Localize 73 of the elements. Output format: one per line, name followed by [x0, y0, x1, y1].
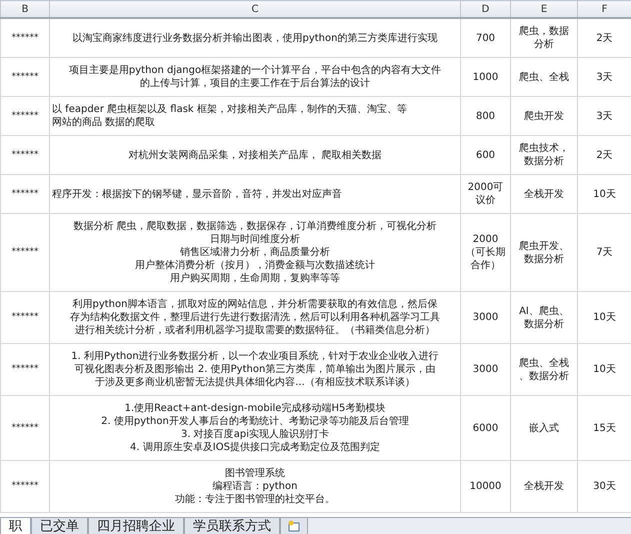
cell-text: 功能：专注于图书管理的社交平台。 [174, 493, 336, 506]
table-cell: ****** [0, 18, 50, 58]
cell-text: 爬虫，数据 [518, 25, 570, 38]
cell-text: 数据分析 爬虫，爬取数据，数据筛选，数据保存，订单消费维度分析，可视化分析 [72, 220, 438, 233]
table-cell: ****** [0, 344, 50, 396]
sheet-tab[interactable]: 学员联系方式 [184, 518, 280, 534]
cell-text: 存为结构化数据文件，整理后进行先进行数据清洗，然后可以利用各种机器学习工具 [69, 311, 441, 324]
cell-text: 1.使用React+ant-design-mobile完成移动端H5考勤模块 [124, 402, 386, 415]
cell-text: 爬虫技术， [518, 142, 570, 155]
table-cell: 以淘宝商家纬度进行业务数据分析并输出图表，使用python的第三方类库进行实现 [50, 18, 460, 58]
cell-text: （可长期 [464, 246, 506, 259]
cell-text: 项目主要是用python django框架搭建的一个计算平台，平台中包含的内容有大文件 [68, 64, 442, 77]
column-header[interactable]: F [578, 0, 631, 18]
cell-text: 爬虫开发、 [518, 240, 570, 252]
cell-text: 合作） [470, 259, 502, 272]
table-cell: ****** [0, 58, 50, 96]
cell-text: 分析 [533, 38, 555, 51]
sheet-tab[interactable]: 职 [0, 518, 31, 534]
table-cell: 全栈开发 [510, 174, 578, 214]
table-cell: 700 [460, 18, 510, 58]
table-cell: ****** [0, 96, 50, 136]
cell-text: 4. 调用原生安卓及IOS提供接口完成考勤定位及范围判定 [129, 441, 381, 454]
cell-text: 以 feapder 爬虫框架以及 flask 框架，对接相关产品库，制作的天猫、淘宝、等 [52, 103, 408, 116]
cell-text: 日期与时间维度分析 [209, 233, 301, 246]
cell-text: 的上传与计算，项目的主要工作在于后台算法的设计 [139, 77, 371, 90]
cell-text: 爬虫、全栈 [518, 356, 570, 370]
table-cell: ****** [0, 396, 50, 460]
cell-text: 销售区域潜力分析，商品质量分析 [179, 246, 331, 259]
new-sheet-icon[interactable] [280, 518, 308, 534]
table-cell: 全栈开发 [510, 460, 578, 512]
table-cell: ****** [0, 174, 50, 214]
cell-text: 利用python脚本语言，抓取对应的网站信息，并分析需要获取的有效信息，然后保 [72, 298, 438, 311]
column-header[interactable]: B [0, 0, 50, 18]
cell-text: 数据分析 [523, 318, 565, 330]
table-cell: ****** [0, 136, 50, 174]
table-cell: 对杭州女装网商品采集，对接相关产品库， 爬取相关数据 [50, 136, 460, 174]
cell-text: 2000可 [466, 181, 504, 194]
cell-text: 可视化图表分析及图形输出 2. 使用Python第三方类库，简单输出为图片展示，由 [74, 363, 436, 376]
cell-text: 议价 [474, 194, 496, 207]
table-cell: 800 [460, 96, 510, 136]
cell-text: 、数据分析 [518, 370, 570, 382]
table-cell: 爬虫开发 [510, 96, 578, 136]
cell-text: 用户整体消费分析（按月），消费金额与次数描述统计 [134, 259, 376, 272]
cell-text: 图书管理系统 [224, 467, 286, 480]
table-cell: 爬虫、全栈 [510, 58, 578, 96]
cell-text: 1. 利用Python进行业务数据分析，以一个农业项目系统，针对于农业企业收入进行 [70, 350, 440, 363]
cell-text: 网站的商品 数据的爬取 [52, 116, 156, 129]
table-cell: 3000 [460, 292, 510, 344]
cell-text: 进行相关统计分析，或者利用机器学习提取需要的数据特征。（书籍类信息分析） [74, 324, 436, 337]
cell-text: 3. 对接百度api实现人脸识别打卡 [180, 428, 330, 441]
column-header[interactable]: D [460, 0, 510, 18]
table-cell: 1000 [460, 58, 510, 96]
column-header[interactable]: C [50, 0, 460, 18]
cell-text: 编程语言：python [212, 480, 298, 493]
table-cell: 嵌入式 [510, 396, 578, 460]
table-cell: 600 [460, 136, 510, 174]
cell-text: 于涉及更多商业机密暂无法提供具体细化内容...（有相应技术联系详谈） [94, 376, 416, 389]
cell-text: 2000 [472, 233, 500, 246]
table-cell: 6000 [460, 396, 510, 460]
column-header[interactable]: E [510, 0, 578, 18]
table-cell: ****** [0, 460, 50, 512]
table-cell: ****** [0, 292, 50, 344]
cell-text: AI、爬虫、 [518, 304, 570, 318]
sheet-tab[interactable]: 四月招聘企业 [88, 518, 184, 534]
table-cell: 程序开发：根据按下的钢琴键，显示音阶，音符，并发出对应声音 [50, 174, 460, 214]
cell-text: 数据分析 [523, 155, 565, 168]
table-cell: 3000 [460, 344, 510, 396]
sheet-tab[interactable]: 已交单 [31, 518, 88, 534]
table-cell: 10000 [460, 460, 510, 512]
table-cell: ****** [0, 214, 50, 292]
cell-text: 用户购买周期，生命周期，复购率等等 [169, 272, 341, 285]
cell-text: 数据分析 [523, 252, 565, 266]
cell-text: 2. 使用python开发人事后台的考勤统计、考勤记录等功能及后台管理 [100, 415, 410, 428]
